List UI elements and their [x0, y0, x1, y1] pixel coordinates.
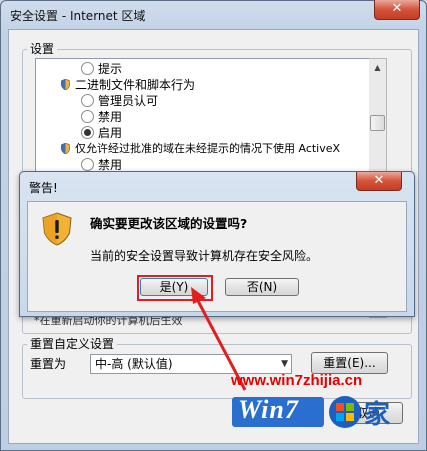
- scroll-thumb[interactable]: [370, 115, 385, 131]
- watermark-url: www.win7zhijia.cn: [231, 372, 363, 389]
- settings-list[interactable]: 提示 二进制文件和脚本行为 管理员认可 禁用 启用 仅允许经过批准的域在未经提示…: [35, 58, 371, 173]
- settings-shield-icon: [61, 142, 70, 154]
- list-item[interactable]: 禁用: [81, 109, 122, 125]
- list-item[interactable]: 管理员认可: [81, 93, 158, 109]
- dialog-question: 确实要更改该区域的设置吗?: [90, 216, 248, 231]
- list-item-label: 禁用: [98, 110, 123, 124]
- reset-to-label: 重置为: [30, 357, 67, 371]
- list-item: 仅允许经过批准的域在未经提示的情况下使用 ActiveX: [61, 141, 340, 157]
- dialog-title: 警告!: [29, 181, 58, 195]
- reset-group-label: 重置自定义设置: [27, 335, 118, 352]
- warning-shield-icon: [42, 212, 72, 246]
- radio-prompt[interactable]: [81, 62, 94, 75]
- dialog-close-button[interactable]: ✕: [356, 172, 402, 191]
- list-item[interactable]: 提示: [81, 61, 122, 77]
- reset-button[interactable]: 重置(E)...: [311, 352, 388, 374]
- scroll-up-icon[interactable]: ▲: [370, 60, 385, 75]
- list-item-label: 管理员认可: [98, 94, 159, 108]
- radio-disable-activex[interactable]: [81, 158, 94, 171]
- reset-level-value: 中-高 (默认值): [95, 357, 173, 371]
- list-heading-label: 仅允许经过批准的域在未经提示的情况下使用 ActiveX: [75, 142, 341, 155]
- list-item: 二进制文件和脚本行为: [61, 77, 195, 93]
- watermark-logo: Win7 家: [232, 393, 402, 433]
- list-item-label: 启用: [98, 126, 123, 140]
- list-item-label: 提示: [98, 62, 123, 76]
- dialog-detail: 当前的安全设置导致计算机存在安全风险。: [90, 249, 319, 263]
- settings-shield-icon: [61, 79, 70, 90]
- radio-admin-approved[interactable]: [81, 94, 94, 107]
- list-item[interactable]: 启用: [81, 125, 122, 141]
- window-title: 安全设置 - Internet 区域: [10, 9, 146, 23]
- radio-disable[interactable]: [81, 110, 94, 123]
- windows-orb-icon: [329, 396, 361, 428]
- window-close-button[interactable]: ✕: [374, 0, 420, 20]
- settings-group-label: 设置: [27, 40, 58, 57]
- radio-enable[interactable]: [81, 126, 94, 139]
- logo-text: Win7: [238, 395, 299, 424]
- title-bar[interactable]: 安全设置 - Internet 区域 ✕: [0, 0, 427, 28]
- list-item-label: 禁用: [98, 158, 123, 172]
- logo-suffix: 家: [364, 400, 391, 430]
- chevron-down-icon: ▼: [281, 359, 288, 369]
- list-heading-label: 二进制文件和脚本行为: [75, 78, 196, 92]
